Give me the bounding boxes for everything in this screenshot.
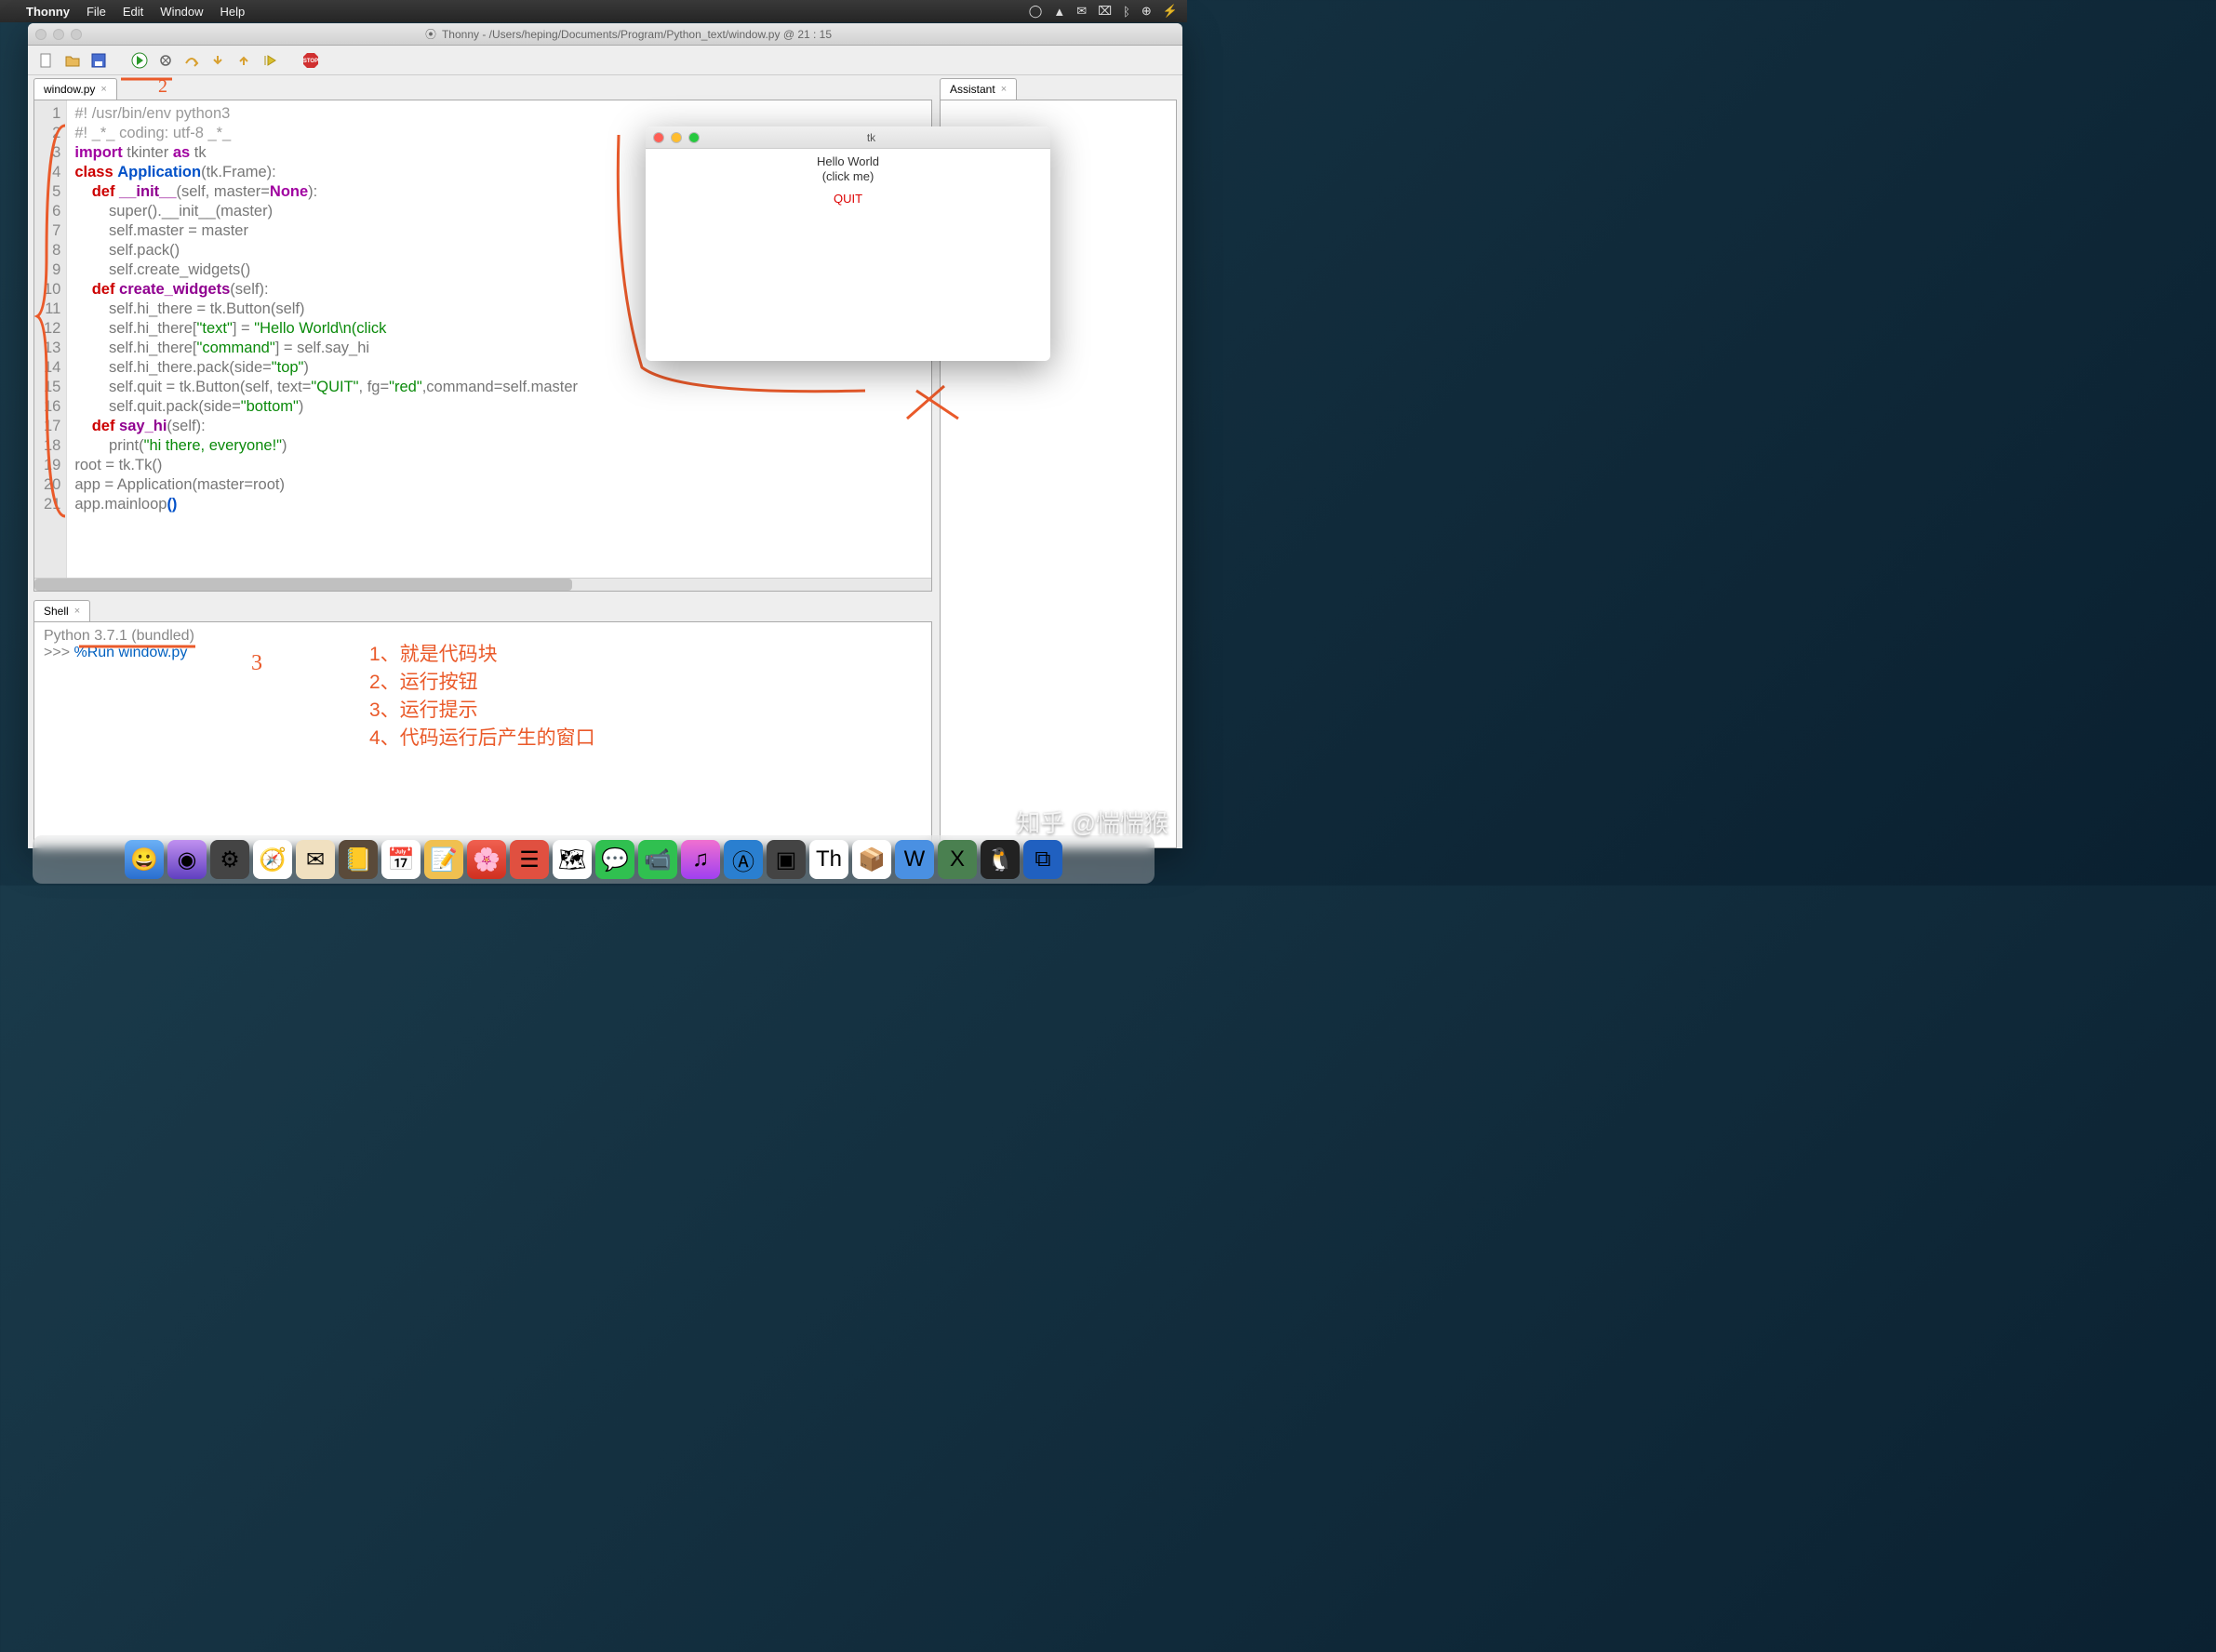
display-icon[interactable]: ⌧ <box>1098 4 1112 19</box>
new-file-icon[interactable] <box>37 51 56 70</box>
menubar-app-name[interactable]: Thonny <box>26 5 70 19</box>
dock-messages[interactable]: 💬 <box>595 840 634 879</box>
run-icon[interactable] <box>130 51 149 70</box>
menubar-tray: ◯ ▲ ✉ ⌧ ᛒ ⊕ ⚡ <box>1029 4 1178 19</box>
battery-icon[interactable]: ⚡ <box>1163 4 1178 19</box>
editor-tab-label: window.py <box>44 83 95 96</box>
dock-safari[interactable]: 🧭 <box>253 840 292 879</box>
shell-tab-label: Shell <box>44 605 69 618</box>
close-icon[interactable]: × <box>1001 84 1007 95</box>
dock-calendar[interactable]: 📅 <box>381 840 421 879</box>
dock-word[interactable]: W <box>895 840 934 879</box>
traffic-lights[interactable] <box>35 29 82 40</box>
stop-icon[interactable]: STOP <box>301 51 320 70</box>
menu-file[interactable]: File <box>87 5 106 19</box>
resume-icon[interactable] <box>260 51 279 70</box>
dock-contacts[interactable]: 📒 <box>339 840 378 879</box>
editor-tab[interactable]: window.py × <box>33 78 117 100</box>
watermark: 知乎 @惴惴猴 <box>1016 805 1168 839</box>
dock-terminal[interactable]: ▣ <box>767 840 806 879</box>
dock-facetime[interactable]: 📹 <box>638 840 677 879</box>
shell-prompt: >>> <box>44 645 73 660</box>
dock-itunes[interactable]: ♫ <box>681 840 720 879</box>
tk-window-title: tk <box>700 131 1043 144</box>
dock-notes[interactable]: 📝 <box>424 840 463 879</box>
dock-siri[interactable]: ◉ <box>167 840 207 879</box>
menu-edit[interactable]: Edit <box>123 5 143 19</box>
step-over-icon[interactable] <box>182 51 201 70</box>
window-titlebar[interactable]: ⦿ Thonny - /Users/heping/Documents/Progra… <box>28 23 1182 46</box>
debug-icon[interactable] <box>156 51 175 70</box>
window-title: Thonny - /Users/heping/Documents/Program… <box>442 28 832 41</box>
code-content[interactable]: #! /usr/bin/env python3#! _*_ coding: ut… <box>67 100 585 591</box>
shell-tab[interactable]: Shell × <box>33 600 90 621</box>
tk-titlebar[interactable]: tk <box>646 127 1050 149</box>
dock-qq[interactable]: 🐧 <box>981 840 1020 879</box>
menu-help[interactable]: Help <box>220 5 246 19</box>
save-file-icon[interactable] <box>89 51 108 70</box>
dock-vbox[interactable]: 📦 <box>852 840 891 879</box>
dock-maps[interactable]: 🗺 <box>553 840 592 879</box>
svg-text:STOP: STOP <box>303 59 318 64</box>
assistant-tab[interactable]: Assistant × <box>940 78 1017 100</box>
tk-quit-button[interactable]: QUIT <box>826 190 870 207</box>
wifi-icon[interactable]: ⊕ <box>1141 4 1152 19</box>
close-icon[interactable]: × <box>74 606 80 617</box>
notification-icon[interactable]: ▲ <box>1053 5 1065 19</box>
horizontal-scrollbar[interactable] <box>34 578 931 591</box>
tk-traffic-lights[interactable] <box>653 132 700 143</box>
macos-dock[interactable]: 😀 ◉ ⚙ 🧭 ✉ 📒 📅 📝 🌸 ☰ 🗺 💬 📹 ♫ Ⓐ ▣ Th 📦 W X… <box>33 835 1155 884</box>
close-icon[interactable]: × <box>100 84 106 95</box>
macos-menubar: Thonny File Edit Window Help ◯ ▲ ✉ ⌧ ᛒ ⊕… <box>0 0 1187 22</box>
dock-appstore[interactable]: Ⓐ <box>724 840 763 879</box>
dock-excel[interactable]: X <box>938 840 977 879</box>
toolbar: STOP <box>28 46 1182 75</box>
dock-settings[interactable]: ⚙ <box>210 840 249 879</box>
dock-thonny[interactable]: Th <box>809 840 848 879</box>
shell-pane: Shell × Python 3.7.1 (bundled) >>> %Run … <box>33 597 932 848</box>
circle-icon[interactable]: ◯ <box>1029 4 1043 19</box>
tk-hello-button[interactable]: Hello World(click me) <box>817 154 879 184</box>
shell-output[interactable]: Python 3.7.1 (bundled) >>> %Run window.p… <box>33 621 932 848</box>
shell-version: Python 3.7.1 (bundled) <box>44 628 922 645</box>
dock-finder[interactable]: 😀 <box>125 840 164 879</box>
step-into-icon[interactable] <box>208 51 227 70</box>
bluetooth-icon[interactable]: ᛒ <box>1123 5 1130 19</box>
line-gutter: 123456789101112131415161718192021 <box>34 100 67 591</box>
thonny-icon: ⦿ <box>425 26 436 42</box>
dock-vscode[interactable]: ⧉ <box>1023 840 1062 879</box>
dock-mail[interactable]: ✉ <box>296 840 335 879</box>
menu-window[interactable]: Window <box>160 5 203 19</box>
dock-reminders[interactable]: ☰ <box>510 840 549 879</box>
open-file-icon[interactable] <box>63 51 82 70</box>
assistant-tab-label: Assistant <box>950 83 995 96</box>
dock-photos[interactable]: 🌸 <box>467 840 506 879</box>
shell-command: %Run window.py <box>73 645 187 660</box>
step-out-icon[interactable] <box>234 51 253 70</box>
wechat-icon[interactable]: ✉ <box>1076 4 1087 19</box>
tk-output-window[interactable]: tk Hello World(click me) QUIT <box>646 127 1050 361</box>
